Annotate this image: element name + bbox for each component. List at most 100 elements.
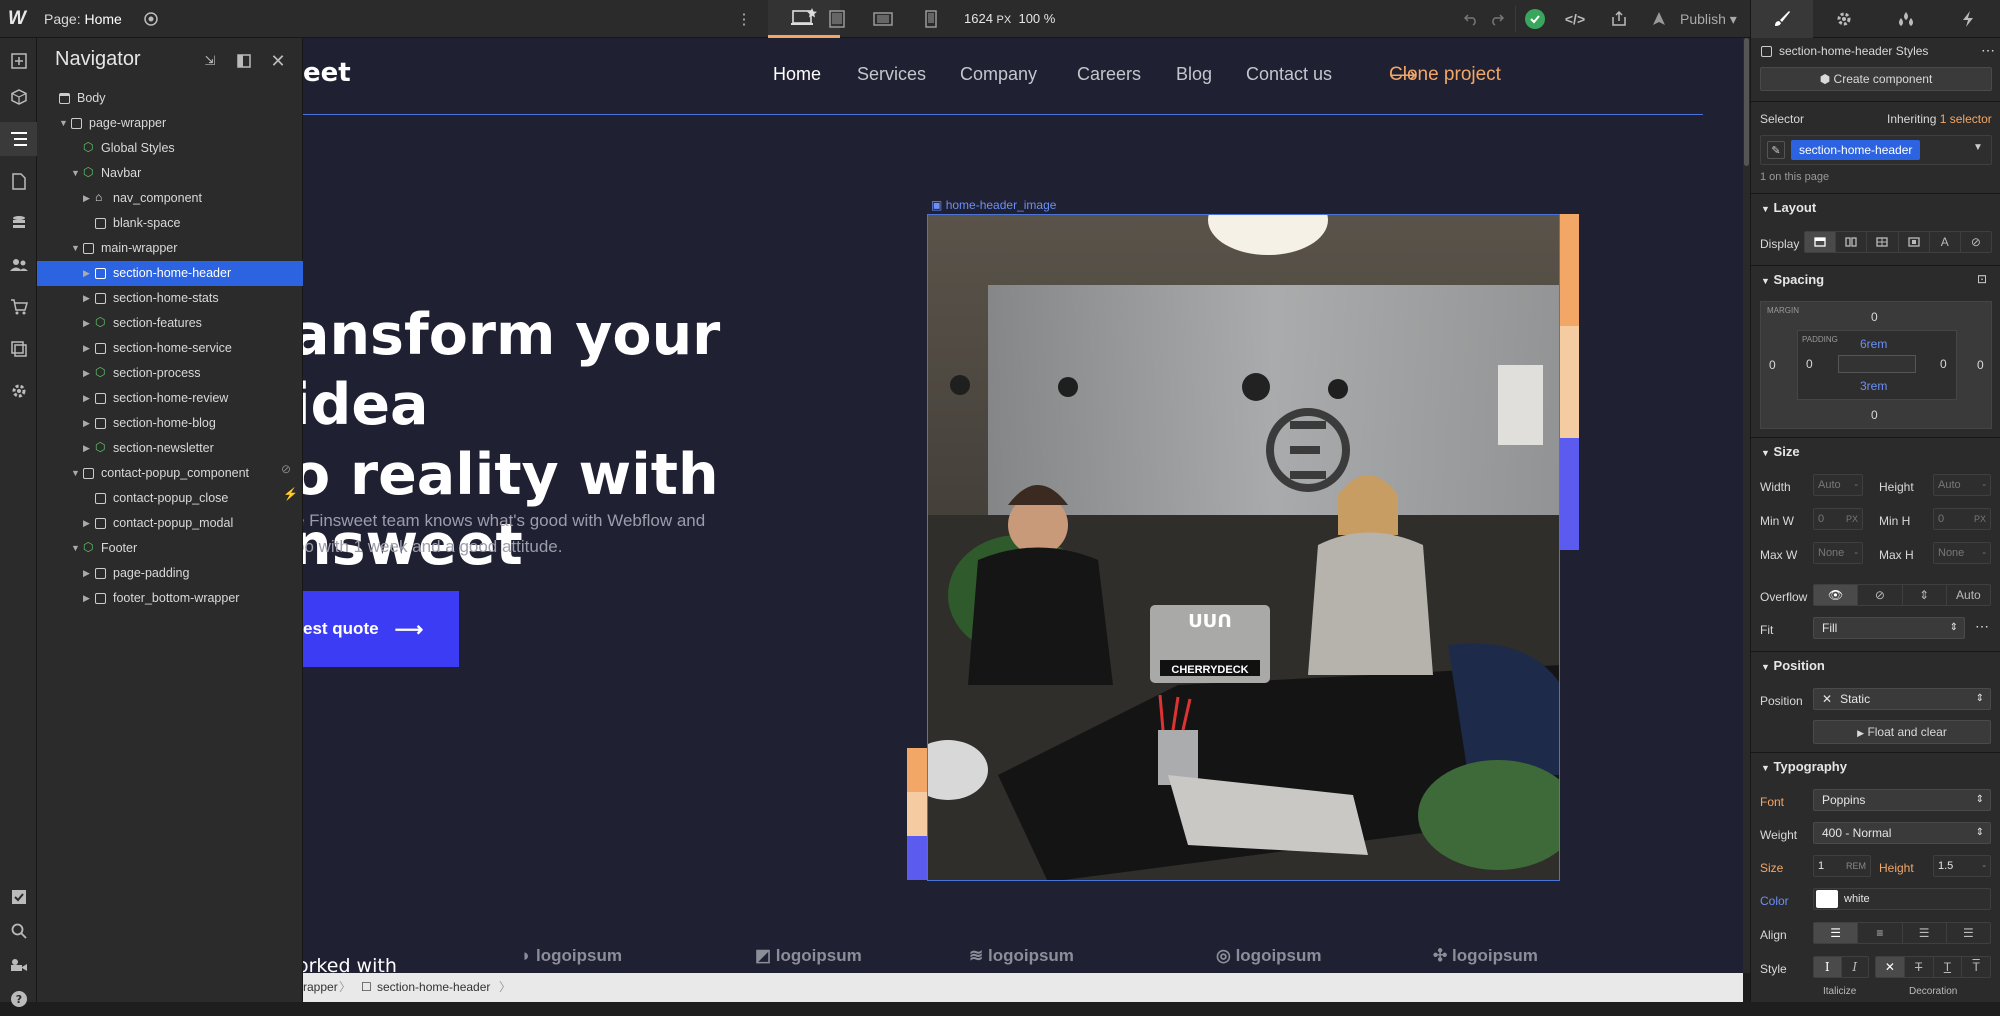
page-settings-icon[interactable]	[140, 8, 162, 30]
navigator-row-page-wrapper[interactable]: ▼ page-wrapper	[37, 111, 303, 136]
chevron-right-icon[interactable]: ▶	[83, 336, 90, 361]
max-width-input[interactable]: None -	[1813, 542, 1863, 564]
inheriting-selector-link[interactable]: 1 selector	[1940, 112, 1992, 126]
overflow-scroll-icon[interactable]: ⇕	[1903, 585, 1947, 605]
weight-select[interactable]: 400 - Normal ⇕	[1813, 822, 1991, 844]
navigator-row-section-home-review[interactable]: ▶ section-home-review	[37, 386, 303, 411]
hero-subtext[interactable]: e Finsweet team knows what's good with W…	[303, 508, 815, 560]
video-tutorials-icon[interactable]	[0, 948, 37, 982]
color-swatch[interactable]	[1816, 890, 1838, 908]
chevron-right-icon[interactable]: ▶	[83, 436, 90, 461]
code-export-icon[interactable]: </>	[1562, 8, 1588, 30]
selector-chip[interactable]: section-home-header	[1791, 140, 1921, 160]
more-options-icon[interactable]: ⋮	[737, 8, 752, 30]
chevron-right-icon[interactable]: ▶	[83, 411, 90, 436]
nav-link-company[interactable]: Company	[960, 64, 1037, 85]
margin-top-value[interactable]: 0	[1871, 310, 1878, 324]
cms-icon[interactable]	[0, 206, 37, 240]
chevron-down-icon[interactable]: ▼	[1973, 142, 1983, 153]
mobile-landscape-breakpoint-button[interactable]	[871, 8, 895, 30]
margin-bottom-value[interactable]: 0	[1871, 408, 1878, 422]
font-select[interactable]: Poppins ⇕	[1813, 789, 1991, 811]
underline-icon[interactable]: T	[1934, 957, 1963, 977]
dock-panel-icon[interactable]	[235, 52, 253, 70]
redo-icon[interactable]	[1486, 8, 1508, 30]
chevron-right-icon[interactable]: ▶	[83, 361, 90, 386]
navigator-row-contact-popup-close[interactable]: contact-popup_close	[37, 486, 303, 511]
chevron-right-icon[interactable]: ▶	[83, 511, 90, 536]
settings-gear-icon[interactable]	[0, 374, 37, 408]
interactions-lightning-icon[interactable]	[1937, 0, 1999, 38]
spacing-box-icon[interactable]: ⊡	[1977, 272, 1987, 286]
chevron-down-icon[interactable]: ▼	[59, 111, 68, 136]
height-input[interactable]: Auto -	[1933, 474, 1991, 496]
navigator-row-section-home-header[interactable]: ▶ section-home-header	[37, 261, 303, 286]
max-height-input[interactable]: None -	[1933, 542, 1991, 564]
fit-select[interactable]: Fill ⇕	[1813, 617, 1965, 639]
selector-edit-icon[interactable]: ✎	[1767, 141, 1785, 159]
scrollbar-thumb[interactable]	[1744, 38, 1749, 166]
margin-right-value[interactable]: 0	[1977, 358, 1984, 372]
navigator-row-footer-bottom-wrapper[interactable]: ▶ footer_bottom-wrapper	[37, 586, 303, 611]
collapse-all-icon[interactable]: ⇲	[201, 52, 219, 70]
navigator-row-section-home-blog[interactable]: ▶ section-home-blog	[37, 411, 303, 436]
hero-photo[interactable]: ᑌᑌᑎ CHERRYDECK	[927, 214, 1560, 881]
element-settings-gear-icon[interactable]	[1813, 0, 1875, 38]
display-inline-icon[interactable]: A	[1930, 232, 1961, 252]
more-options-icon[interactable]: ⋯	[1981, 42, 1995, 59]
navigator-row-footer[interactable]: ▼ ⬡ Footer	[37, 536, 303, 561]
padding-bottom-value[interactable]: 3rem	[1860, 379, 1887, 393]
audit-check-icon[interactable]	[1525, 9, 1545, 29]
nav-link-services[interactable]: Services	[857, 64, 926, 85]
chevron-right-icon[interactable]: ▶	[83, 311, 90, 336]
no-decoration-icon[interactable]: ✕	[1876, 957, 1905, 977]
page-selector[interactable]: Page: Home	[44, 0, 122, 38]
font-size-input[interactable]: 1 REM	[1813, 855, 1871, 877]
margin-left-value[interactable]: 0	[1769, 358, 1776, 372]
navigator-row-nav-component[interactable]: ▶ ⌂ nav_component	[37, 186, 303, 211]
canvas-scrollbar[interactable]	[1743, 38, 1750, 973]
components-icon[interactable]	[0, 80, 37, 114]
nav-link-home[interactable]: Home	[773, 64, 821, 85]
display-grid-icon[interactable]	[1867, 232, 1899, 252]
users-icon[interactable]	[0, 248, 37, 282]
nav-link-careers[interactable]: Careers	[1077, 64, 1141, 85]
chevron-right-icon[interactable]: ▶	[83, 561, 90, 586]
breadcrumb-item-wrapper[interactable]: rapper	[303, 973, 338, 1002]
mobile-portrait-breakpoint-button[interactable]	[919, 8, 943, 30]
navigator-row-section-home-stats[interactable]: ▶ section-home-stats	[37, 286, 303, 311]
add-elements-icon[interactable]	[0, 44, 37, 78]
min-height-input[interactable]: 0 PX	[1933, 508, 1991, 530]
style-manager-drops-icon[interactable]	[1875, 0, 1937, 38]
typography-section-header[interactable]: ▼ Typography	[1751, 752, 2000, 780]
webflow-logo-icon[interactable]: W	[8, 8, 32, 30]
display-block-icon[interactable]	[1805, 232, 1837, 252]
chevron-down-icon[interactable]: ▼	[71, 536, 80, 561]
pages-icon[interactable]	[0, 164, 37, 198]
padding-top-value[interactable]: 6rem	[1860, 337, 1887, 351]
style-brush-icon[interactable]	[1751, 0, 1813, 38]
overflow-auto-option[interactable]: Auto	[1947, 585, 1990, 605]
overflow-hidden-icon[interactable]: ⊘	[1858, 585, 1903, 605]
close-icon[interactable]: ✕	[269, 51, 287, 71]
position-section-header[interactable]: ▼ Position	[1751, 651, 2000, 679]
align-right-icon[interactable]: ☰	[1903, 923, 1947, 943]
padding-left-value[interactable]: 0	[1806, 357, 1813, 371]
display-inline-block-icon[interactable]	[1899, 232, 1930, 252]
share-icon[interactable]	[1608, 8, 1630, 30]
size-section-header[interactable]: ▼ Size	[1751, 437, 2000, 465]
min-width-input[interactable]: 0 PX	[1813, 508, 1863, 530]
ecommerce-cart-icon[interactable]	[0, 290, 37, 324]
create-component-button[interactable]: ⬢ Create component	[1760, 67, 1992, 91]
overline-icon[interactable]: T	[1962, 957, 1990, 977]
navigator-row-section-process[interactable]: ▶ ⬡ section-process	[37, 361, 303, 386]
navigator-row-section-features[interactable]: ▶ ⬡ section-features	[37, 311, 303, 336]
navigator-row-section-home-service[interactable]: ▶ section-home-service	[37, 336, 303, 361]
align-left-icon[interactable]: ☰	[1814, 923, 1859, 943]
overflow-visible-eye-icon[interactable]: 👁	[1814, 585, 1859, 605]
navigator-row-main-wrapper[interactable]: ▼ main-wrapper	[37, 236, 303, 261]
tablet-breakpoint-button[interactable]	[825, 8, 849, 30]
navigator-row-body[interactable]: Body	[37, 86, 303, 111]
chevron-down-icon[interactable]: ▼	[71, 461, 80, 486]
display-none-icon[interactable]: ⊘	[1961, 232, 1991, 252]
